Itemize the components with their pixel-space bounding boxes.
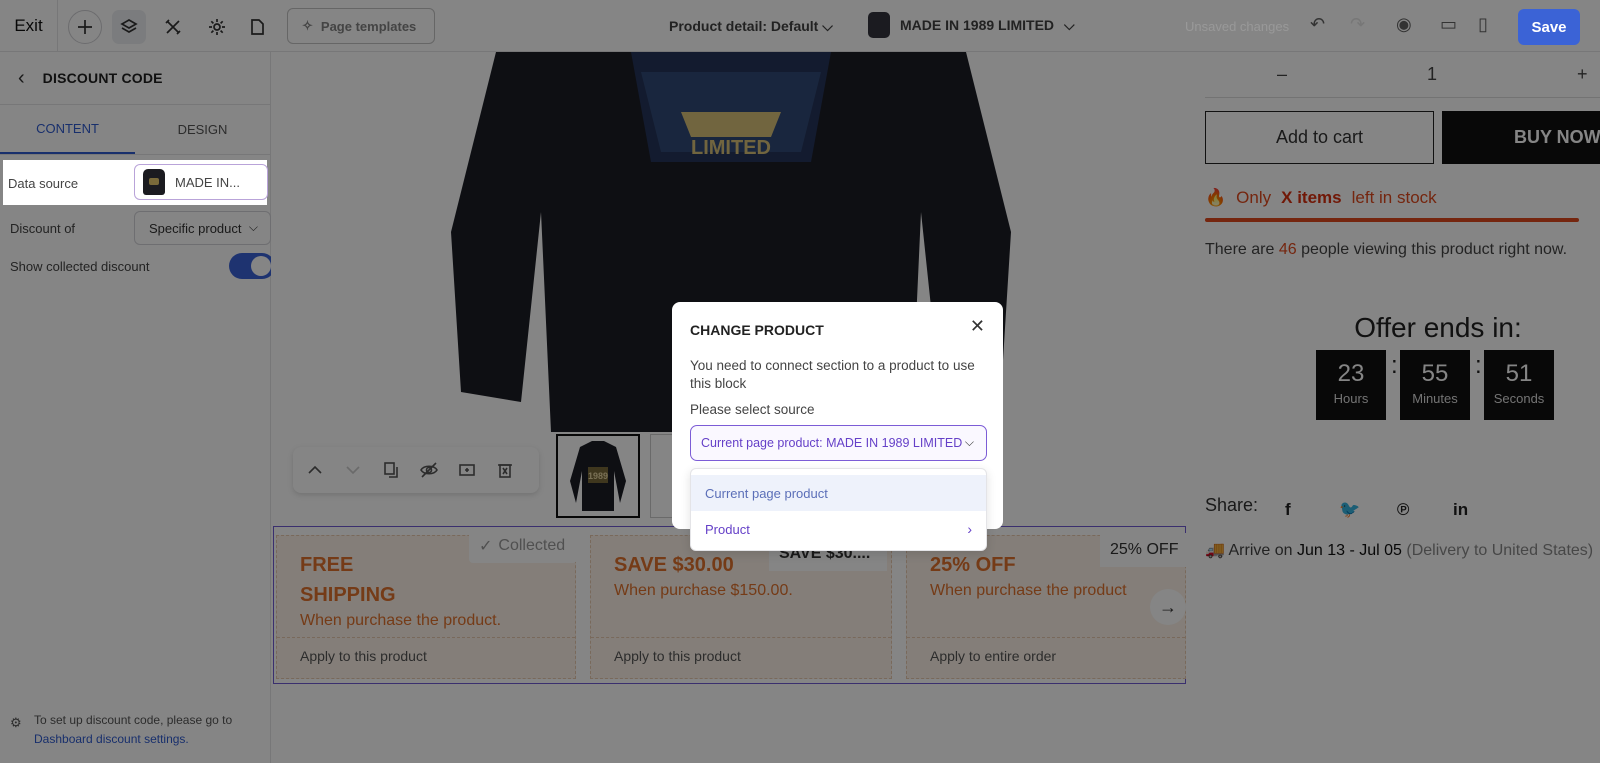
magic-wand-icon: ✧ (302, 18, 313, 33)
data-source-label: Data source (8, 176, 79, 191)
source-label: Please select source (690, 402, 815, 417)
page-templates-button[interactable]: ✧ Page templates (287, 8, 435, 44)
close-icon[interactable]: ✕ (970, 316, 985, 337)
source-select[interactable]: Current page product: MADE IN 1989 LIMIT… (690, 425, 987, 461)
data-source-row: Data source MADE IN... (3, 160, 268, 205)
save-button[interactable]: Save (1518, 9, 1580, 45)
preview-eye-icon[interactable]: ◉ (1396, 14, 1412, 35)
data-source-select[interactable]: MADE IN... (134, 164, 268, 200)
page-selector-label: Product detail: Default (669, 18, 819, 34)
modal-message: You need to connect section to a product… (690, 358, 975, 391)
product-selector-label: MADE IN 1989 LIMITED (900, 17, 1055, 33)
chevron-right-icon: › (967, 521, 972, 537)
redo-icon[interactable]: ↷ (1350, 14, 1365, 35)
chevron-down-icon: ⌵ (1064, 16, 1075, 33)
undo-icon[interactable]: ↶ (1310, 14, 1325, 35)
data-source-value: MADE IN... (175, 174, 241, 190)
desktop-view-icon[interactable]: ▭ (1440, 14, 1457, 35)
option-product[interactable]: Product › (691, 511, 986, 547)
source-select-value: Current page product: MADE IN 1989 LIMIT… (701, 436, 963, 450)
source-dropdown: Current page product Product › (690, 468, 987, 551)
chevron-down-icon: ⌵ (822, 18, 833, 34)
unsaved-status: Unsaved changes (1185, 19, 1290, 34)
page-selector[interactable]: Product detail: Default ⌵ (669, 18, 833, 35)
chevron-down-icon: ⌵ (964, 435, 974, 449)
product-selector[interactable]: MADE IN 1989 LIMITED ⌵ (868, 12, 1075, 38)
option-label: Current page product (705, 485, 828, 501)
mobile-view-icon[interactable]: ▯ (1478, 14, 1488, 35)
modal-title: CHANGE PRODUCT (690, 322, 824, 338)
option-label: Product (705, 521, 750, 537)
product-thumbnail (143, 169, 165, 195)
product-thumbnail (868, 12, 890, 38)
page-templates-label: Page templates (320, 18, 417, 34)
option-current-page-product[interactable]: Current page product (691, 475, 986, 511)
